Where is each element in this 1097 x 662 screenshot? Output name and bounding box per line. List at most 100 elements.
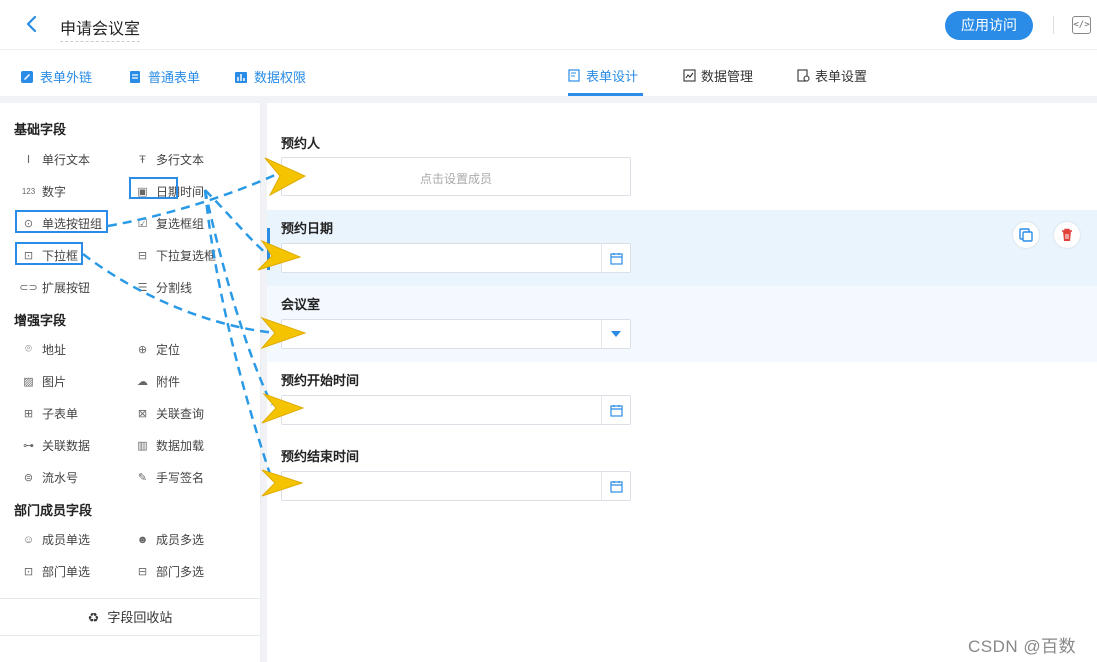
section-enhanced-fields: 增强字段 [14, 313, 67, 328]
field-checkbox-group[interactable]: ☑ 复选框组 [136, 215, 204, 232]
field-label: 部门单选 [42, 565, 91, 579]
top-bar: 申请会议室 应用访问 </> [0, 0, 1097, 50]
field-linked-query[interactable]: ⊠ 关联查询 [136, 405, 204, 422]
field-label: 多行文本 [156, 153, 205, 167]
date-input[interactable] [281, 471, 631, 501]
code-icon[interactable]: </> [1072, 16, 1091, 34]
field-palette: 基础字段 Ⅰ 单行文本 Ŧ 多行文本 123 数字 ▣ 日期时间 ⊙ 单选按钮组 ☑ 复选框… [0, 103, 261, 662]
field-image[interactable]: ▨ 图片 [22, 373, 66, 390]
field-recycle-bin[interactable]: ♻ 字段回收站 [0, 598, 260, 636]
form-field-meeting-room[interactable]: 会议室 [267, 286, 1097, 362]
form-field-reserver[interactable]: 预约人 点击设置成员 [267, 121, 1097, 207]
field-member-multi[interactable]: ☻ 成员多选 [136, 531, 204, 548]
highlight-dropdown [15, 242, 83, 265]
form-field-start-time[interactable]: 预约开始时间 [267, 362, 1097, 438]
field-label: 分割线 [156, 281, 193, 295]
field-title: 预约人 [281, 136, 321, 151]
field-attachment[interactable]: ☁ 附件 [136, 373, 180, 390]
member-picker[interactable]: 点击设置成员 [281, 157, 631, 196]
data-permission-link[interactable]: 数据权限 [234, 67, 306, 86]
field-dept-single[interactable]: ⊡ 部门单选 [22, 563, 90, 580]
subform-icon: ⊞ [23, 408, 34, 420]
normal-form-link-label: 普通表单 [148, 70, 201, 85]
field-divider[interactable]: ☰ 分割线 [136, 279, 192, 296]
chevron-down-icon[interactable] [601, 320, 630, 348]
field-dropdown-multi[interactable]: ⊟ 下拉复选框 [136, 247, 216, 264]
number-icon: 123 [21, 187, 36, 196]
field-label: 复选框组 [156, 217, 205, 231]
field-label: 成员单选 [42, 533, 91, 547]
recycle-label: 字段回收站 [107, 610, 173, 625]
field-label: 数字 [42, 185, 67, 199]
field-label: 部门多选 [156, 565, 205, 579]
field-linked-data[interactable]: ⊶ 关联数据 [22, 437, 90, 454]
field-subform[interactable]: ⊞ 子表单 [22, 405, 78, 422]
form-field-reserve-date[interactable]: 预约日期 [267, 210, 1097, 286]
field-extend-button[interactable]: ⊂⊃ 扩展按钮 [19, 279, 91, 296]
data-permission-link-label: 数据权限 [254, 70, 307, 85]
field-number[interactable]: 123 数字 [22, 183, 66, 200]
button-icon: ⊂⊃ [19, 282, 38, 294]
tab-form-design[interactable]: 表单设计 [568, 66, 638, 85]
link-chain-icon: ⊶ [23, 440, 34, 452]
field-member-single[interactable]: ☺ 成员单选 [22, 531, 90, 548]
field-address[interactable]: ⌾ 地址 [22, 341, 66, 358]
field-title: 预约结束时间 [281, 449, 360, 464]
department-icon: ⊡ [23, 566, 34, 578]
field-data-loading[interactable]: ▥ 数据加载 [136, 437, 204, 454]
field-single-line-text[interactable]: Ⅰ 单行文本 [22, 151, 90, 168]
page-title[interactable]: 申请会议室 [60, 15, 141, 42]
tab-form-design-label: 表单设计 [586, 69, 639, 84]
calendar-icon[interactable] [601, 472, 630, 500]
field-label: 地址 [42, 343, 67, 357]
field-positioning[interactable]: ⊕ 定位 [136, 341, 180, 358]
serial-number-icon: ⊜ [23, 472, 34, 484]
tab-data-management[interactable]: 数据管理 [683, 66, 753, 85]
field-label: 下拉复选框 [156, 249, 217, 263]
field-label: 数据加载 [156, 439, 205, 453]
form-external-link-label: 表单外链 [40, 70, 93, 85]
room-select[interactable] [281, 319, 631, 349]
normal-form-link[interactable]: 普通表单 [128, 67, 200, 86]
form-external-link[interactable]: 表单外链 [20, 67, 92, 86]
field-label: 流水号 [42, 471, 79, 485]
divider [0, 96, 1097, 103]
field-label: 图片 [42, 375, 67, 389]
copy-icon[interactable] [1013, 222, 1039, 248]
departments-icon: ⊟ [137, 566, 148, 578]
field-title: 会议室 [281, 297, 321, 312]
date-input[interactable] [281, 395, 631, 425]
field-title: 预约开始时间 [281, 373, 360, 388]
text-cursor-icon: Ⅰ [26, 154, 31, 166]
date-input[interactable] [281, 243, 631, 273]
field-title: 预约日期 [281, 221, 334, 236]
tab-data-management-label: 数据管理 [701, 69, 754, 84]
form-field-end-time[interactable]: 预约结束时间 [267, 438, 1097, 514]
field-dept-multi[interactable]: ⊟ 部门多选 [136, 563, 204, 580]
checkbox-icon: ☑ [137, 218, 148, 230]
user-icon: ☺ [22, 533, 35, 546]
multiline-text-icon: Ŧ [139, 153, 146, 166]
chevron-left-icon[interactable] [24, 14, 44, 36]
field-label: 附件 [156, 375, 181, 389]
location-pin-icon: ⌾ [25, 343, 32, 355]
field-label: 定位 [156, 343, 181, 357]
settings-form-icon [797, 69, 810, 82]
sub-nav: 表单外链 普通表单 数据权限 表单设计 数据管理 表单设置 [0, 50, 1097, 96]
field-serial-number[interactable]: ⊜ 流水号 [22, 469, 78, 486]
tab-form-settings[interactable]: 表单设置 [797, 66, 867, 85]
watermark: CSDN @百数 [968, 637, 1077, 656]
app-access-button[interactable]: 应用访问 [945, 11, 1033, 40]
section-basic-fields: 基础字段 [14, 122, 67, 137]
field-signature[interactable]: ✎ 手写签名 [136, 469, 204, 486]
dropdown-multi-icon: ⊟ [137, 250, 148, 262]
crosshair-icon: ⊕ [137, 344, 148, 356]
bar-chart-icon [235, 71, 247, 83]
calendar-icon[interactable] [601, 244, 630, 272]
document-icon [130, 70, 140, 83]
divider-icon: ☰ [137, 282, 148, 294]
trash-icon[interactable] [1054, 222, 1080, 248]
calendar-icon[interactable] [601, 396, 630, 424]
field-multi-line-text[interactable]: Ŧ 多行文本 [136, 151, 204, 168]
field-label: 扩展按钮 [42, 281, 91, 295]
